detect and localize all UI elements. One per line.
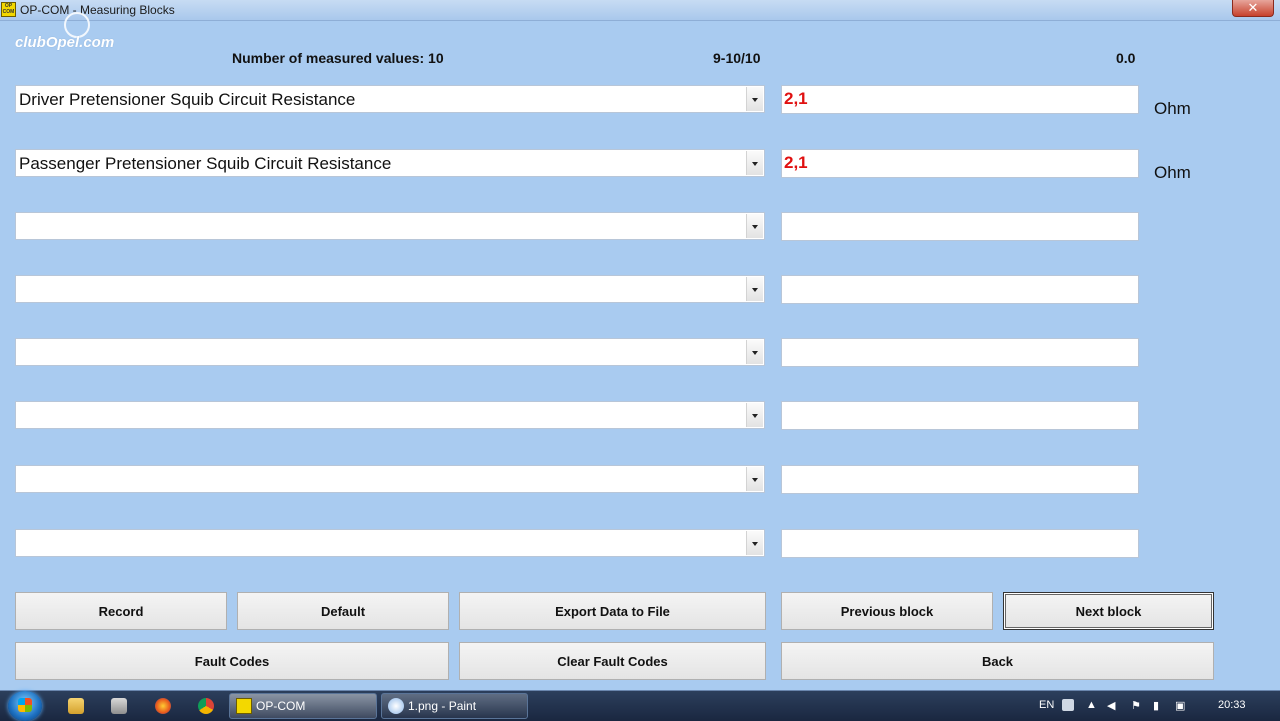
taskbar-task-paint[interactable]: 1.png - Paint	[381, 693, 528, 719]
measure-select-label: Passenger Pretensioner Squib Circuit Res…	[19, 154, 392, 173]
measure-value-5	[781, 338, 1139, 367]
measure-value-1: 2,1	[781, 85, 1139, 114]
measure-value-text: 2,1	[784, 153, 808, 172]
measure-select-5[interactable]	[15, 338, 765, 366]
chrome-icon[interactable]	[198, 698, 214, 714]
measure-select-6[interactable]	[15, 401, 765, 429]
fault-codes-button[interactable]: Fault Codes	[15, 642, 449, 680]
elapsed-time: 0.0	[1116, 50, 1136, 66]
measure-value-7	[781, 465, 1139, 494]
clear-fault-codes-button[interactable]: Clear Fault Codes	[459, 642, 766, 680]
taskbar: OP-COM 1.png - Paint EN ▲ ◀ ⚑ ▮ ▣ 20:33	[0, 690, 1280, 721]
window-title: OP-COM - Measuring Blocks	[20, 3, 175, 17]
back-button[interactable]: Back	[781, 642, 1214, 680]
pinned-app-icon[interactable]	[111, 698, 127, 714]
default-button[interactable]: Default	[237, 592, 449, 630]
measure-value-4	[781, 275, 1139, 304]
measure-select-3[interactable]	[15, 212, 765, 240]
previous-block-button[interactable]: Previous block	[781, 592, 993, 630]
measure-select-8[interactable]	[15, 529, 765, 557]
measure-select-4[interactable]	[15, 275, 765, 303]
chevron-down-icon[interactable]	[746, 87, 763, 111]
record-button[interactable]: Record	[15, 592, 227, 630]
start-button[interactable]	[8, 691, 42, 721]
explorer-icon[interactable]	[68, 698, 84, 714]
taskbar-task-label: 1.png - Paint	[408, 699, 477, 713]
measure-select-7[interactable]	[15, 465, 765, 493]
keyboard-icon[interactable]	[1062, 699, 1074, 711]
taskbar-task-label: OP-COM	[256, 699, 306, 713]
opcom-app-icon	[236, 698, 252, 714]
export-data-button[interactable]: Export Data to File	[459, 592, 766, 630]
network-signal-icon[interactable]: ▮	[1153, 699, 1165, 712]
chevron-up-icon[interactable]: ▲	[1086, 699, 1098, 711]
opcom-app-icon: OP COM	[1, 2, 16, 17]
measure-value-8	[781, 529, 1139, 558]
window-close-button[interactable]: ✕	[1232, 0, 1274, 17]
measure-value-3	[781, 212, 1139, 241]
chevron-down-icon[interactable]	[746, 403, 763, 427]
chevron-down-icon[interactable]	[746, 151, 763, 175]
measure-select-label: Driver Pretensioner Squib Circuit Resist…	[19, 90, 356, 109]
measure-unit-2: Ohm	[1154, 163, 1191, 182]
paint-app-icon	[388, 698, 404, 714]
volume-icon[interactable]: ◀	[1107, 699, 1119, 712]
measure-unit-1: Ohm	[1154, 99, 1191, 118]
chevron-down-icon[interactable]	[746, 214, 763, 238]
taskbar-task-opcom[interactable]: OP-COM	[229, 693, 377, 719]
measure-value-6	[781, 401, 1139, 430]
measure-select-1[interactable]: Driver Pretensioner Squib Circuit Resist…	[15, 85, 765, 113]
measure-value-text: 2,1	[784, 89, 808, 108]
windows-logo-icon	[18, 698, 32, 712]
device-icon[interactable]: ▣	[1175, 699, 1187, 712]
chevron-down-icon[interactable]	[746, 277, 763, 301]
block-range: 9-10/10	[713, 50, 761, 66]
measure-select-2[interactable]: Passenger Pretensioner Squib Circuit Res…	[15, 149, 765, 177]
measure-value-2: 2,1	[781, 149, 1139, 178]
chevron-down-icon[interactable]	[746, 531, 763, 555]
measured-values-count: Number of measured values: 10	[232, 50, 444, 66]
action-center-flag-icon[interactable]: ⚑	[1131, 699, 1143, 712]
next-block-button[interactable]: Next block	[1003, 592, 1214, 630]
chevron-down-icon[interactable]	[746, 340, 763, 364]
clock[interactable]: 20:33	[1218, 699, 1246, 711]
firefox-icon[interactable]	[155, 698, 171, 714]
watermark-text: clubOpel.com	[15, 34, 115, 51]
window-titlebar[interactable]: OP COM OP-COM - Measuring Blocks ✕	[0, 0, 1280, 21]
language-indicator[interactable]: EN	[1039, 699, 1054, 711]
chevron-down-icon[interactable]	[746, 467, 763, 491]
